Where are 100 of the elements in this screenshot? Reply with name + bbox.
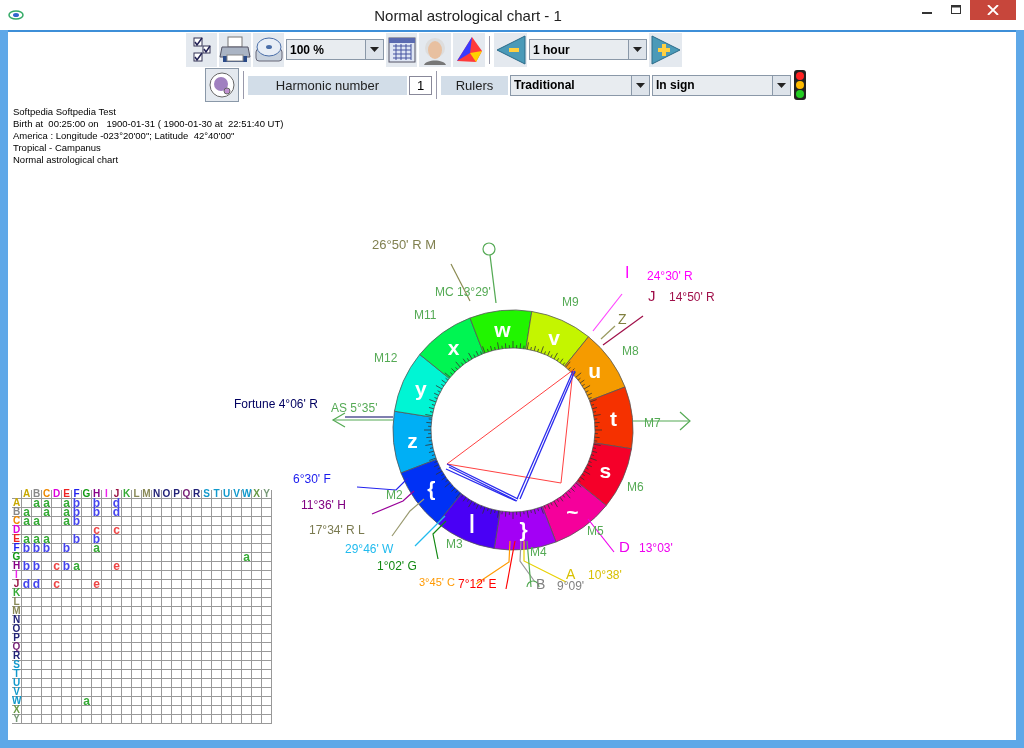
chart-label: M4 [530, 545, 547, 559]
chart-label: 14°50' R [669, 290, 715, 304]
shape-button[interactable] [453, 32, 485, 67]
grid-column-letter: U [222, 490, 231, 498]
chart-label: D [619, 540, 630, 554]
aspect-mark: a [62, 499, 71, 507]
chart-label: 3°45' C [419, 575, 455, 589]
chart-label: Fortune 4°06' R [234, 397, 318, 411]
chart-label: M7 [644, 416, 661, 430]
aspect-mark: b [92, 535, 101, 543]
aspect-mark: b [72, 517, 81, 525]
info-line: Tropical - Campanus [13, 142, 101, 154]
caret-icon [633, 47, 642, 52]
grid-row-letter: X [12, 706, 21, 714]
grid-column-letter: I [102, 490, 111, 498]
grid-row-letter: T [12, 670, 21, 678]
save-button[interactable] [253, 32, 284, 67]
person-button[interactable] [419, 32, 451, 67]
sign-glyph: w [494, 317, 511, 341]
grid-column-letter: B [32, 490, 41, 498]
aspect-mark: a [32, 517, 41, 525]
sign-glyph: { [427, 477, 436, 501]
aspect-mark: b [62, 562, 71, 570]
grid-row-letter: H [12, 562, 21, 570]
aspect-mark: a [242, 553, 251, 561]
close-icon [987, 5, 999, 15]
aspect-mark: b [32, 562, 41, 570]
aspect-mark: b [32, 544, 41, 552]
caret-icon [636, 82, 645, 88]
aspect-mark: a [72, 562, 81, 570]
aspect-mark: a [32, 535, 41, 543]
grid-column-letter: N [152, 490, 161, 498]
grid-row-letter: N [12, 616, 21, 624]
grid-column-letter: W [242, 490, 251, 498]
aspect-mark: a [22, 535, 31, 543]
grid-row-letter: G [12, 553, 21, 561]
grid-row-letter: L [12, 598, 21, 606]
caret-icon [370, 47, 379, 52]
print-button[interactable] [219, 32, 251, 67]
aspect-mark: a [22, 517, 31, 525]
chart-label: 10°38' [588, 568, 622, 582]
mode-dropdown[interactable]: In sign [652, 74, 791, 96]
grid-column-letter: L [132, 490, 141, 498]
aspect-mark: a [42, 535, 51, 543]
aspect-mark: d [112, 508, 121, 516]
grid-column-letter: F [72, 490, 81, 498]
aspect-mark: d [22, 580, 31, 588]
table-button[interactable] [386, 32, 417, 67]
aspect-mark: a [62, 508, 71, 516]
grid-column-letter: K [122, 490, 131, 498]
sign-glyph: s [599, 459, 612, 483]
grid-column-letter: Q [182, 490, 191, 498]
grid-row-letter: F [12, 544, 21, 552]
chart-label: A [566, 567, 576, 581]
sign-glyph: u [588, 358, 602, 382]
zoom-dropdown[interactable]: 100 % [286, 39, 384, 60]
aspect-mark: c [112, 526, 121, 534]
maximize-icon [950, 5, 961, 15]
harmonic-field[interactable]: 1 [409, 75, 432, 95]
chart-label: M3 [446, 537, 463, 551]
chart-label: J [648, 289, 656, 303]
time-step-dropdown[interactable]: 1 hour [529, 39, 647, 60]
aspect-mark: d [112, 499, 121, 507]
chart-label: I [625, 266, 630, 280]
grid-row-letter: S [12, 661, 21, 669]
grid-row-letter: Q [12, 643, 21, 651]
grid-column-letter: V [232, 490, 241, 498]
sign-glyph: z [407, 428, 418, 452]
chart-label: 6°30' F [293, 472, 331, 486]
checkboxes-button[interactable] [186, 32, 217, 67]
grid-row-letter: C [12, 517, 21, 525]
aspect-mark: b [22, 562, 31, 570]
grid-column-letter: A [22, 490, 31, 498]
harmonic-label: Harmonic number [248, 75, 407, 95]
sign-glyph: t [609, 407, 617, 431]
grid-row-letter: M [12, 607, 21, 615]
grid-row-letter: O [12, 625, 21, 633]
chart-label: 9°09' [557, 579, 585, 593]
orb-button[interactable] [205, 68, 239, 102]
grid-column-letter: H [92, 490, 101, 498]
grid-column-letter: R [192, 490, 201, 498]
close-button[interactable] [970, 0, 1016, 20]
grid-column-letter: T [212, 490, 221, 498]
aspect-mark: b [92, 499, 101, 507]
chart-label: 17°34' R L [309, 523, 365, 537]
chart-label: M12 [374, 351, 398, 365]
aspect-mark: e [112, 562, 121, 570]
grid-column-letter: G [82, 490, 91, 498]
window-title: Normal astrological chart - 1 [373, 6, 563, 24]
rulers-dropdown[interactable]: Traditional [510, 74, 650, 96]
grid-row-letter: V [12, 688, 21, 696]
sign-glyph: x [447, 336, 460, 360]
sign-glyph: } [519, 518, 528, 542]
grid-column-letter: P [172, 490, 181, 498]
previous-button[interactable] [494, 32, 527, 67]
sign-glyph: ~ [566, 499, 579, 523]
chart-label: B [536, 577, 546, 591]
aspect-mark: a [82, 697, 91, 705]
chart-label: 29°46' W [345, 542, 394, 556]
next-button[interactable] [649, 32, 682, 67]
